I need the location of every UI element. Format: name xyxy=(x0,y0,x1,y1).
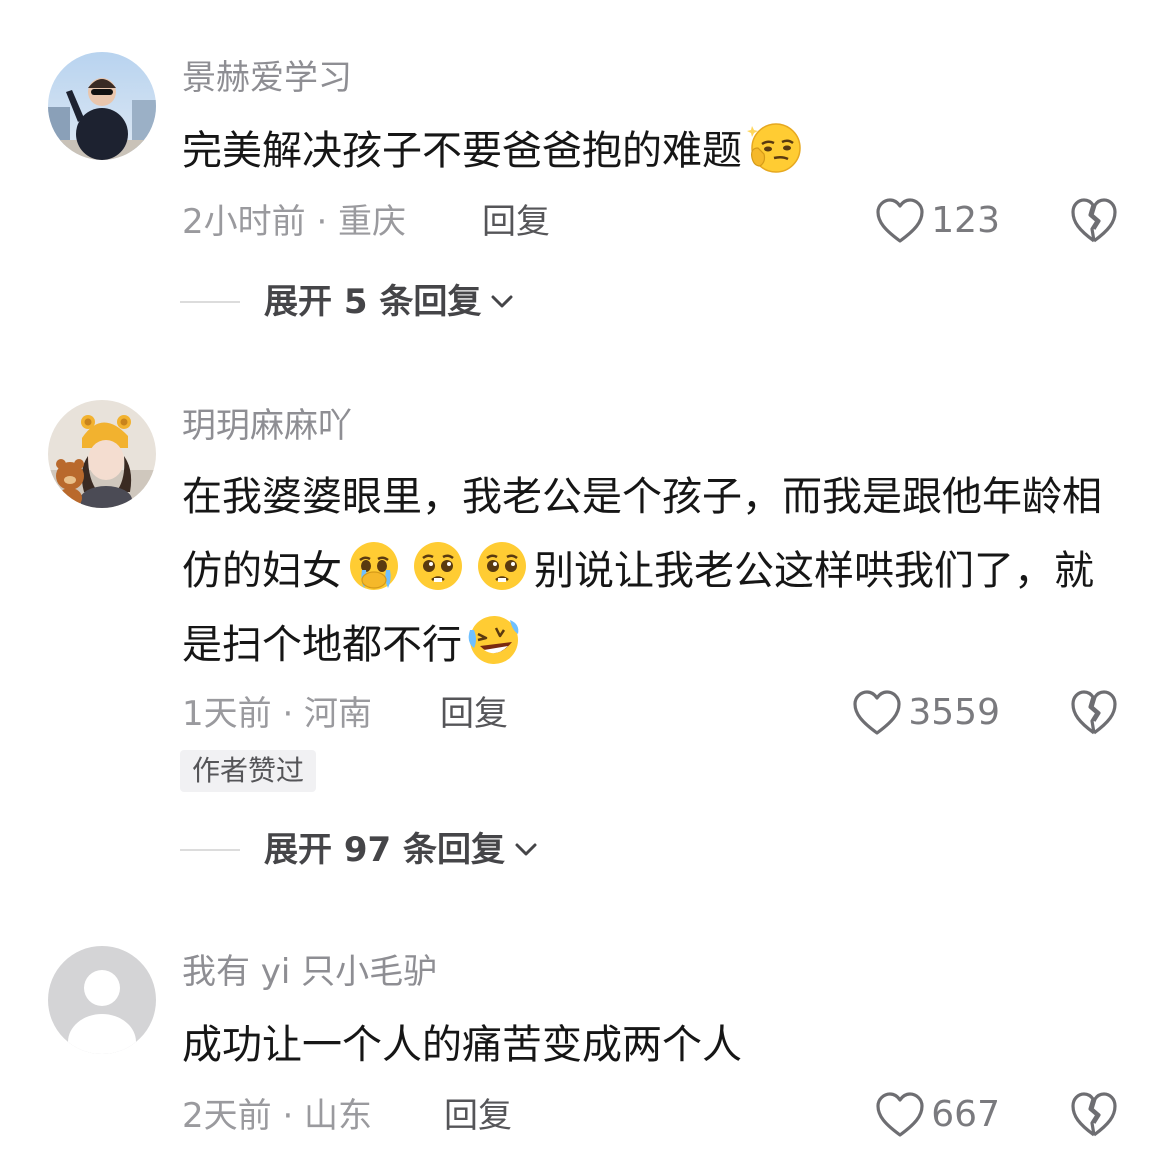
comment-text: 成功让一个人的痛苦变成两个人 xyxy=(182,1008,1112,1082)
like-count: 123 xyxy=(931,200,1000,241)
expand-replies-button[interactable]: 展开 5 条回复 xyxy=(180,282,515,322)
like-button[interactable]: 123 xyxy=(875,196,1000,246)
heart-icon xyxy=(853,690,901,735)
author-liked-badge: 作者赞过 xyxy=(180,750,317,792)
avatar[interactable] xyxy=(48,400,156,508)
heart-icon xyxy=(876,198,924,243)
crying-face-emoji-icon xyxy=(350,542,398,590)
expand-replies-button[interactable]: 展开 97 条回复 xyxy=(180,830,539,870)
chevron-down-icon xyxy=(491,295,513,308)
expand-replies-label: 展开 97 条回复 xyxy=(264,830,505,870)
like-count: 3559 xyxy=(908,692,1000,733)
broken-heart-icon[interactable] xyxy=(1070,690,1118,736)
expand-replies-label: 展开 5 条回复 xyxy=(264,282,482,322)
divider xyxy=(180,849,240,851)
heart-icon xyxy=(876,1092,924,1137)
chevron-down-icon xyxy=(515,843,537,856)
comment-text-content: 成功让一个人的痛苦变成两个人 xyxy=(182,1022,742,1068)
comment-time-location: 1天前 · 河南 xyxy=(182,694,373,734)
comment-username[interactable]: 玥玥麻麻吖 xyxy=(182,406,352,446)
comment-username[interactable]: 我有 yi 只小毛驴 xyxy=(182,952,437,992)
thinking-smirk-emoji-icon xyxy=(747,123,801,173)
comment-time-location: 2天前 · 山东 xyxy=(182,1096,373,1136)
comment-text: 完美解决孩子不要爸爸抱的难题 xyxy=(182,114,1112,188)
like-count: 667 xyxy=(931,1094,1000,1135)
avatar[interactable] xyxy=(48,946,156,1054)
divider xyxy=(180,301,240,303)
comment-time-location: 2小时前 · 重庆 xyxy=(182,202,407,242)
like-button[interactable]: 667 xyxy=(875,1090,1000,1140)
avatar[interactable] xyxy=(48,52,156,160)
laughing-crying-emoji-icon xyxy=(468,616,519,664)
pleading-face-emoji-icon xyxy=(414,542,462,590)
comment-username[interactable]: 景赫爱学习 xyxy=(182,58,352,98)
broken-heart-icon[interactable] xyxy=(1070,198,1118,244)
comment-text: 在我婆婆眼里，我老公是个孩子，而我是跟他年龄相仿的妇女 别说让我老公这样哄我们了… xyxy=(182,460,1112,682)
comment-text-content: 完美解决孩子不要爸爸抱的难题 xyxy=(182,128,742,174)
pleading-face-emoji-icon xyxy=(478,542,526,590)
reply-button[interactable]: 回复 xyxy=(440,694,508,734)
reply-button[interactable]: 回复 xyxy=(482,202,550,242)
reply-button[interactable]: 回复 xyxy=(444,1096,512,1136)
broken-heart-icon[interactable] xyxy=(1070,1092,1118,1138)
like-button[interactable]: 3559 xyxy=(852,688,1000,738)
